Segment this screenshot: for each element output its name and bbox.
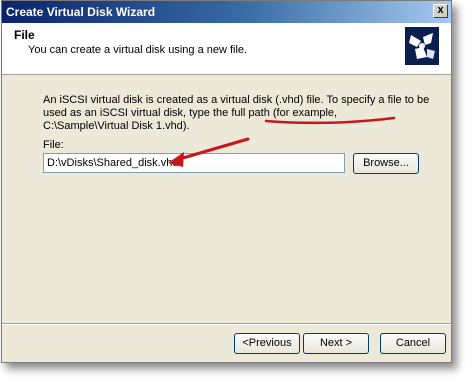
title-bar[interactable]: Create Virtual Disk Wizard x <box>2 1 451 23</box>
description-part1: An iSCSI virtual disk is created as a vi… <box>43 94 430 119</box>
page-title: File <box>14 28 35 42</box>
next-button[interactable]: Next > <box>303 333 369 354</box>
wizard-window: Create Virtual Disk Wizard x File You ca… <box>1 0 452 363</box>
file-label: File: <box>43 139 64 151</box>
window-title: Create Virtual Disk Wizard <box>6 5 156 19</box>
page-subtitle: You can create a virtual disk using a ne… <box>28 44 248 56</box>
cancel-button[interactable]: Cancel <box>380 333 446 354</box>
wizard-disk-icon <box>405 27 439 65</box>
description-text: An iSCSI virtual disk is created as a vi… <box>43 94 433 133</box>
example-path-text: C:\Sample\Virtual Disk 1.vhd <box>43 120 183 132</box>
footer-divider <box>2 323 451 325</box>
previous-button[interactable]: <Previous <box>234 333 300 354</box>
description-part2: ). <box>182 120 190 132</box>
close-icon: x <box>437 4 444 16</box>
browse-button[interactable]: Browse... <box>353 153 419 174</box>
close-button[interactable]: x <box>433 4 448 18</box>
file-path-input[interactable]: D:\vDisks\Shared_disk.vhd <box>43 153 345 173</box>
wizard-header: File You can create a virtual disk using… <box>2 23 451 75</box>
